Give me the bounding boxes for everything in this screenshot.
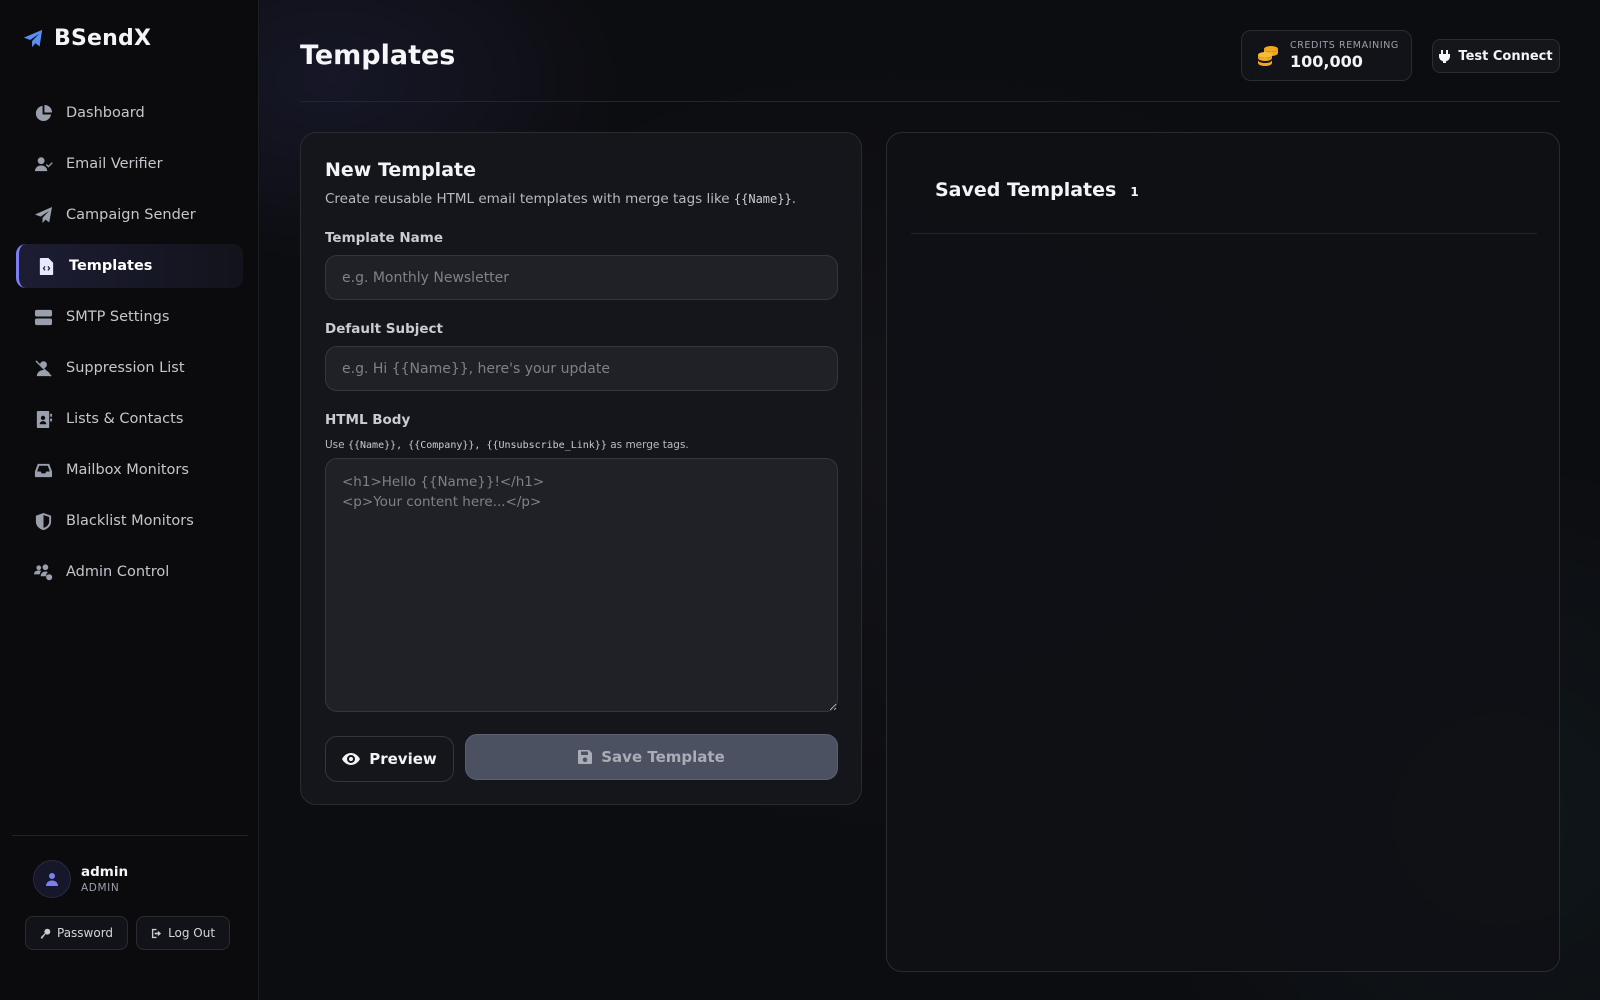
sidebar-item-suppression-list[interactable]: Suppression List (16, 346, 243, 390)
user-role: ADMIN (81, 882, 120, 894)
sidebar-nav: Dashboard Email Verifier Campaign Sender… (16, 91, 243, 601)
new-template-title: New Template (325, 159, 476, 181)
default-subject-input[interactable] (325, 346, 838, 391)
users-gear-icon (32, 561, 54, 583)
html-body-textarea[interactable] (325, 458, 838, 712)
address-book-icon (32, 408, 54, 430)
test-connect-label: Test Connect (1458, 48, 1553, 64)
save-template-button[interactable]: Save Template (465, 734, 838, 780)
user-profile: admin ADMIN (33, 860, 128, 898)
merge-tags-hint: Use {{Name}}, {{Company}}, {{Unsubscribe… (325, 439, 689, 451)
avatar (33, 860, 71, 898)
sign-out-icon (151, 928, 162, 938)
sidebar-item-label: Mailbox Monitors (66, 462, 189, 478)
password-button-label: Password (57, 926, 114, 940)
html-body-label: HTML Body (325, 412, 411, 428)
header-divider (300, 101, 1560, 102)
sidebar-item-lists-contacts[interactable]: Lists & Contacts (16, 397, 243, 441)
sidebar-item-dashboard[interactable]: Dashboard (16, 91, 243, 135)
saved-templates-header: Saved Templates 1 (935, 179, 1139, 201)
page-title: Templates (300, 40, 456, 71)
sidebar-item-label: Campaign Sender (66, 207, 196, 223)
sidebar-item-smtp-settings[interactable]: SMTP Settings (16, 295, 243, 339)
save-template-label: Save Template (601, 748, 725, 766)
sidebar: BSendX Dashboard Email Verifier Campaign… (0, 0, 259, 1000)
credits-remaining-widget: CREDITS REMAINING 100,000 (1241, 30, 1412, 81)
user-slash-icon (32, 357, 54, 379)
key-icon (40, 928, 51, 939)
floppy-disk-icon (578, 750, 593, 764)
merge-tags-list: {{Name}}, {{Company}}, {{Unsubscribe_Lin… (347, 440, 607, 451)
merge-tag-example: {{Name}} (733, 192, 792, 206)
saved-templates-title: Saved Templates (935, 179, 1117, 201)
sidebar-item-label: Email Verifier (66, 156, 163, 172)
sidebar-item-label: Lists & Contacts (66, 411, 184, 427)
server-icon (32, 306, 54, 328)
sidebar-item-campaign-sender[interactable]: Campaign Sender (16, 193, 243, 237)
new-template-description: Create reusable HTML email templates wit… (325, 191, 796, 207)
sidebar-item-label: SMTP Settings (66, 309, 170, 325)
test-connect-button[interactable]: Test Connect (1432, 39, 1560, 73)
sidebar-item-admin-control[interactable]: Admin Control (16, 550, 243, 594)
pie-chart-icon (32, 102, 54, 124)
paper-plane-icon (32, 204, 54, 226)
sidebar-item-label: Templates (69, 258, 153, 274)
shield-icon (32, 510, 54, 532)
paper-plane-logo-icon (23, 29, 43, 47)
sidebar-item-label: Dashboard (66, 105, 145, 121)
logout-button-label: Log Out (168, 926, 216, 940)
brand-name: BSendX (54, 26, 152, 51)
template-name-input[interactable] (325, 255, 838, 300)
sidebar-item-label: Suppression List (66, 360, 185, 376)
new-template-card: New Template Create reusable HTML email … (300, 132, 862, 805)
sidebar-item-label: Admin Control (66, 564, 170, 580)
logout-button[interactable]: Log Out (136, 916, 231, 950)
user-name: admin (81, 864, 129, 880)
sidebar-actions: Password Log Out (25, 916, 231, 950)
brand[interactable]: BSendX (22, 26, 151, 51)
sidebar-divider (12, 835, 248, 836)
eye-icon (342, 753, 361, 765)
credits-value: 100,000 (1290, 52, 1363, 71)
file-code-icon (35, 255, 57, 277)
user-check-icon (32, 153, 54, 175)
inbox-icon (32, 459, 54, 481)
saved-templates-count: 1 (1130, 185, 1139, 199)
user-tie-icon (46, 873, 58, 886)
saved-templates-card: Saved Templates 1 (886, 132, 1560, 972)
plug-icon (1439, 49, 1451, 63)
sidebar-item-email-verifier[interactable]: Email Verifier (16, 142, 243, 186)
sidebar-item-blacklist-monitors[interactable]: Blacklist Monitors (16, 499, 243, 543)
sidebar-item-label: Blacklist Monitors (66, 513, 194, 529)
saved-templates-divider (911, 233, 1537, 234)
password-button[interactable]: Password (25, 916, 129, 950)
default-subject-label: Default Subject (325, 321, 443, 337)
sidebar-item-mailbox-monitors[interactable]: Mailbox Monitors (16, 448, 243, 492)
sidebar-item-templates[interactable]: Templates (16, 244, 243, 288)
preview-button-label: Preview (369, 750, 437, 768)
coins-icon (1258, 45, 1278, 66)
preview-button[interactable]: Preview (325, 736, 454, 782)
credits-label: CREDITS REMAINING (1290, 40, 1399, 51)
template-name-label: Template Name (325, 230, 443, 246)
